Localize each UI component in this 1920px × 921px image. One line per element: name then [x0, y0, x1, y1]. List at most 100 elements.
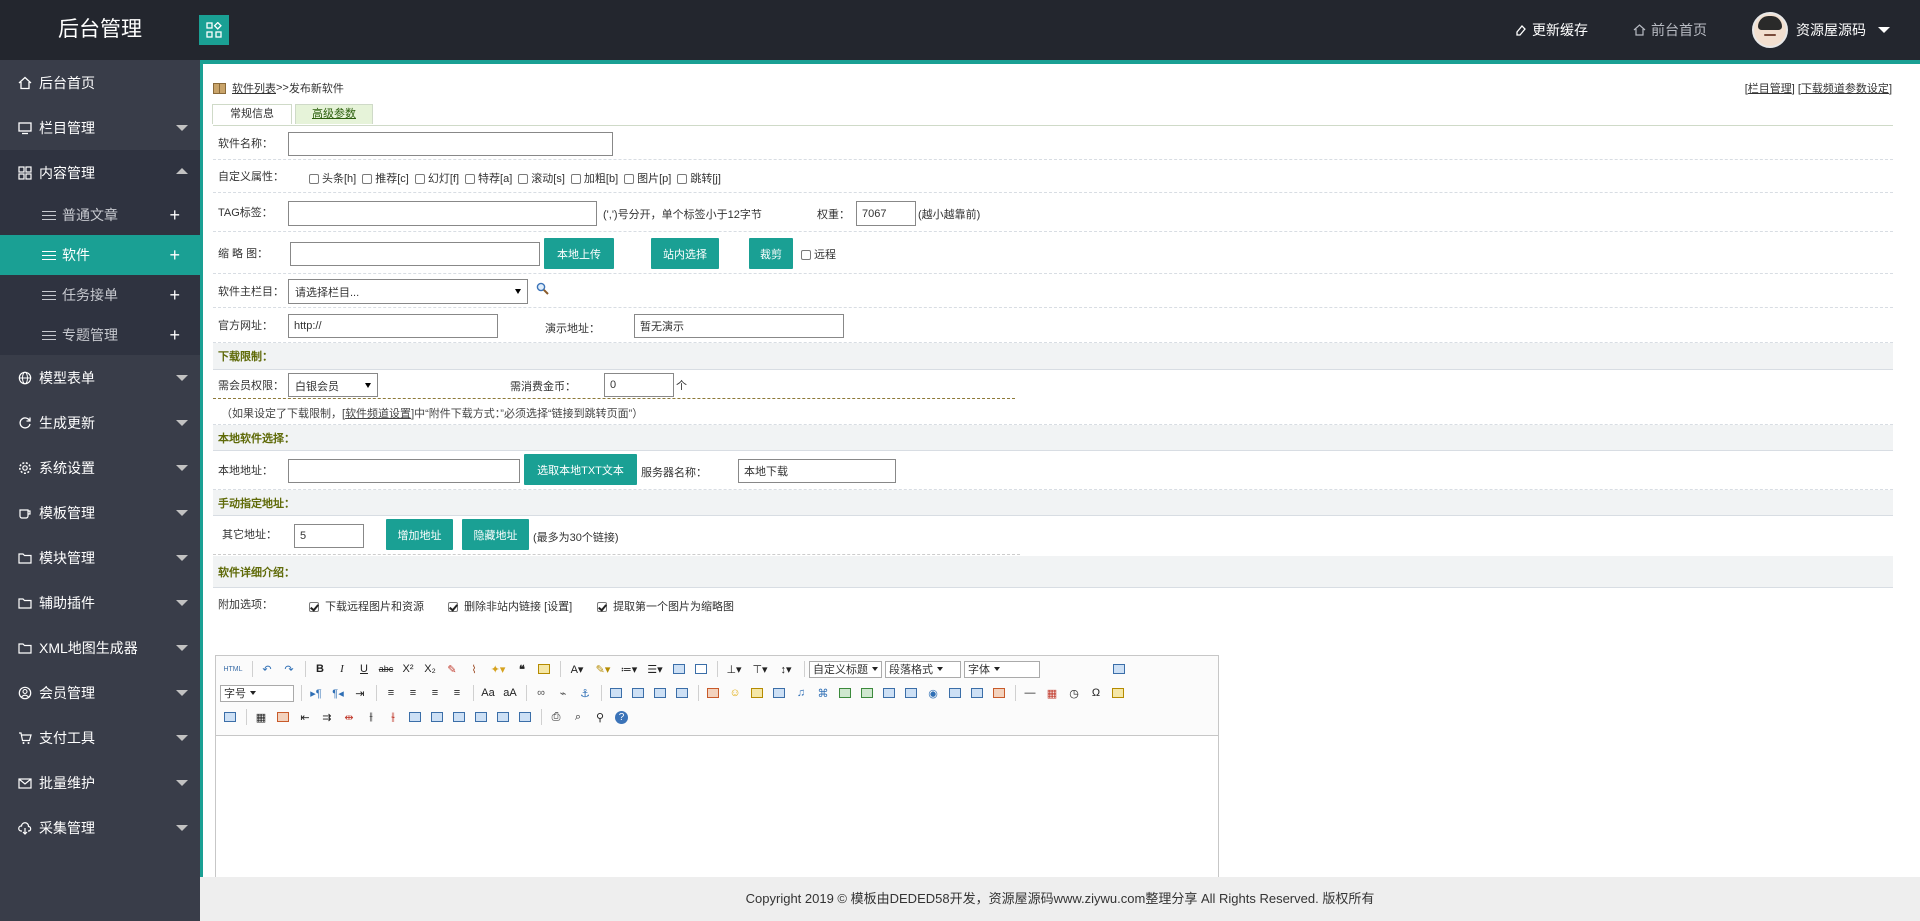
flag-slide[interactable]: 幻灯[f]	[414, 170, 459, 186]
clear-doc-icon[interactable]	[691, 660, 711, 678]
sidebar-item-collect[interactable]: 采集管理	[0, 805, 200, 850]
extract-thumb-option[interactable]: 提取第一个图片为缩略图	[597, 598, 734, 614]
gallery-icon[interactable]	[835, 684, 855, 702]
flag-scroll[interactable]: 滚动[s]	[518, 170, 565, 186]
subscript-icon[interactable]: X₂	[420, 660, 440, 678]
blockquote-icon[interactable]: ❝	[512, 660, 532, 678]
insert-para-before-icon[interactable]: ⇤	[295, 708, 315, 726]
coin-input[interactable]	[604, 373, 674, 397]
format-brush-icon[interactable]: ⌇	[464, 660, 484, 678]
attachment-icon[interactable]: ⌘	[813, 684, 833, 702]
undo-icon[interactable]: ↶	[257, 660, 277, 678]
search-icon[interactable]	[536, 282, 549, 295]
music-icon[interactable]: ♫	[791, 684, 811, 702]
checkbox[interactable]	[309, 174, 319, 185]
underline-icon[interactable]: U	[354, 660, 374, 678]
auto-format-icon[interactable]: ✦▾	[486, 660, 510, 678]
fullscreen-icon[interactable]	[1109, 660, 1129, 678]
help-icon[interactable]: ?	[615, 710, 628, 724]
sidebar-subitem-topics[interactable]: 专题管理 +	[0, 315, 200, 355]
html-source-icon[interactable]: HTML	[220, 660, 246, 678]
horizontal-rule-icon[interactable]: —	[1020, 684, 1040, 702]
flag-headline[interactable]: 头条[h]	[309, 170, 356, 186]
sidebar-item-home[interactable]: 后台首页	[0, 60, 200, 105]
sidebar-item-settings[interactable]: 系统设置	[0, 445, 200, 490]
plus-icon[interactable]: +	[169, 286, 180, 304]
checkbox[interactable]	[677, 174, 688, 185]
select-all-icon[interactable]	[669, 660, 689, 678]
flag-bold[interactable]: 加粗[b]	[570, 170, 618, 186]
demo-url-input[interactable]	[634, 314, 844, 338]
flag-special[interactable]: 特荐[a]	[465, 170, 512, 186]
column-manage-link[interactable]: 栏目管理	[1748, 83, 1792, 95]
sidebar-item-members[interactable]: 会员管理	[0, 670, 200, 715]
flag-recommend[interactable]: 推荐[c]	[362, 170, 409, 186]
tab-general[interactable]: 常规信息	[212, 104, 292, 124]
eraser-icon[interactable]: ✎	[442, 660, 462, 678]
ltr-icon[interactable]: ▸¶	[306, 684, 326, 702]
member-level-select[interactable]: 白银会员	[288, 373, 378, 397]
checkbox[interactable]	[465, 174, 476, 185]
image-icon[interactable]	[703, 684, 723, 702]
merge-right-icon[interactable]	[427, 708, 447, 726]
user-menu[interactable]: 资源屋源码	[1752, 12, 1890, 48]
insert-row-icon[interactable]: ⇉	[317, 708, 337, 726]
preview-icon[interactable]: ⌕	[568, 708, 588, 726]
wordimage-icon[interactable]	[1108, 684, 1128, 702]
software-name-input[interactable]	[288, 132, 613, 156]
tag-input[interactable]	[288, 201, 597, 226]
bold-icon[interactable]: B	[310, 660, 330, 678]
checkbox-checked[interactable]	[309, 602, 319, 613]
sidebar-item-plugins[interactable]: 辅助插件	[0, 580, 200, 625]
image-center-icon[interactable]	[672, 684, 692, 702]
merge-down-icon[interactable]	[449, 708, 469, 726]
anchor-icon[interactable]: ⚓	[575, 684, 595, 702]
sidebar-item-content[interactable]: 内容管理	[0, 150, 200, 195]
time-icon[interactable]: ◷	[1064, 684, 1084, 702]
custom-title-select[interactable]: 自定义标题	[809, 660, 882, 678]
ordered-list-icon[interactable]: ≔▾	[617, 660, 641, 678]
select-txt-button[interactable]: 选取本地TXT文本	[524, 454, 637, 485]
tab-advanced[interactable]: 高级参数	[295, 104, 373, 124]
plus-icon[interactable]: +	[169, 246, 180, 264]
delete-row-icon[interactable]: ⇹	[339, 708, 359, 726]
add-address-button[interactable]: 增加地址	[386, 519, 453, 550]
map-icon[interactable]	[857, 684, 877, 702]
plus-icon[interactable]: +	[169, 206, 180, 224]
lowercase-icon[interactable]: aA	[500, 684, 520, 702]
site-select-button[interactable]: 站内选择	[651, 238, 719, 269]
checkbox[interactable]	[570, 174, 581, 185]
font-color-icon[interactable]: A▾	[565, 660, 589, 678]
split-cols-icon[interactable]	[515, 708, 535, 726]
link-icon[interactable]: ∞	[531, 684, 551, 702]
remote-option[interactable]: 远程	[801, 246, 836, 262]
sidebar-item-xml-sitemap[interactable]: XML地图生成器	[0, 625, 200, 670]
date-icon[interactable]: ▦	[1042, 684, 1062, 702]
download-settings-link[interactable]: 下载频道参数设定	[1801, 83, 1889, 95]
editor-body[interactable]	[216, 736, 1218, 877]
merge-cells-icon[interactable]	[405, 708, 425, 726]
sidebar-item-payment[interactable]: 支付工具	[0, 715, 200, 760]
align-justify-icon[interactable]: ≡	[447, 684, 467, 702]
sidebar-subitem-articles[interactable]: 普通文章 +	[0, 195, 200, 235]
weight-input[interactable]	[856, 201, 916, 226]
template-icon[interactable]	[967, 684, 987, 702]
apps-grid-icon[interactable]	[199, 15, 229, 45]
sidebar-item-models[interactable]: 模型表单	[0, 355, 200, 400]
server-name-input[interactable]	[738, 459, 896, 483]
scrawl-icon[interactable]	[747, 684, 767, 702]
sidebar-item-generate[interactable]: 生成更新	[0, 400, 200, 445]
pagebreak-icon[interactable]	[945, 684, 965, 702]
local-upload-button[interactable]: 本地上传	[544, 238, 614, 269]
sidebar-item-batch[interactable]: 批量维护	[0, 760, 200, 805]
iframe-icon[interactable]	[901, 684, 921, 702]
delete-table-icon[interactable]	[273, 708, 293, 726]
video-icon[interactable]	[769, 684, 789, 702]
redo-icon[interactable]: ↷	[279, 660, 299, 678]
align-center-icon[interactable]: ≡	[403, 684, 423, 702]
remove-links-settings-link[interactable]: [设置]	[544, 601, 572, 613]
insert-table-icon[interactable]: ▦	[251, 708, 271, 726]
insert-col-icon[interactable]: ⫲	[361, 708, 381, 726]
delete-col-icon[interactable]: ⫳	[383, 708, 403, 726]
plus-icon[interactable]: +	[169, 326, 180, 344]
